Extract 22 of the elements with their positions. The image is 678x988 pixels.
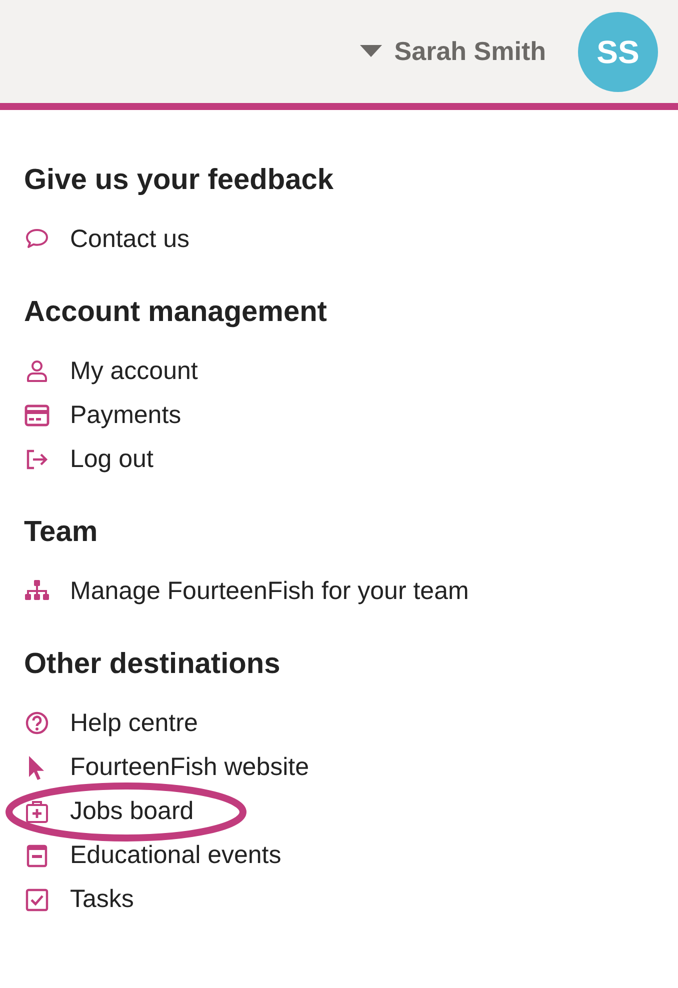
menu-link[interactable]: Jobs board (24, 793, 194, 831)
medical-kit-icon (24, 799, 50, 825)
menu-link[interactable]: Help centre (24, 705, 198, 743)
section-heading: Give us your feedback (24, 163, 334, 198)
menu-link[interactable]: Contact us (24, 221, 190, 259)
menu-link[interactable]: Log out (24, 441, 154, 479)
menu-link[interactable]: FourteenFish website (24, 749, 310, 787)
user-menu-button[interactable]: Sarah Smith (360, 32, 546, 71)
checkbox-icon (24, 887, 50, 913)
calendar-icon (24, 843, 50, 869)
caret-icon (360, 45, 382, 58)
menu-link[interactable]: Educational events (24, 837, 282, 875)
section-heading: Team (24, 515, 99, 550)
user-icon (24, 359, 50, 385)
section-heading: Account management (24, 295, 328, 330)
credit-card-icon (24, 403, 50, 429)
help-icon (24, 711, 50, 737)
menu-link[interactable]: Manage FourteenFish for your team (24, 573, 469, 611)
section-heading: Other destinations (24, 647, 282, 682)
menu-link[interactable]: My account (24, 353, 198, 391)
menu-link[interactable]: Payments (24, 397, 182, 435)
menu-link[interactable]: Tasks (24, 881, 134, 919)
